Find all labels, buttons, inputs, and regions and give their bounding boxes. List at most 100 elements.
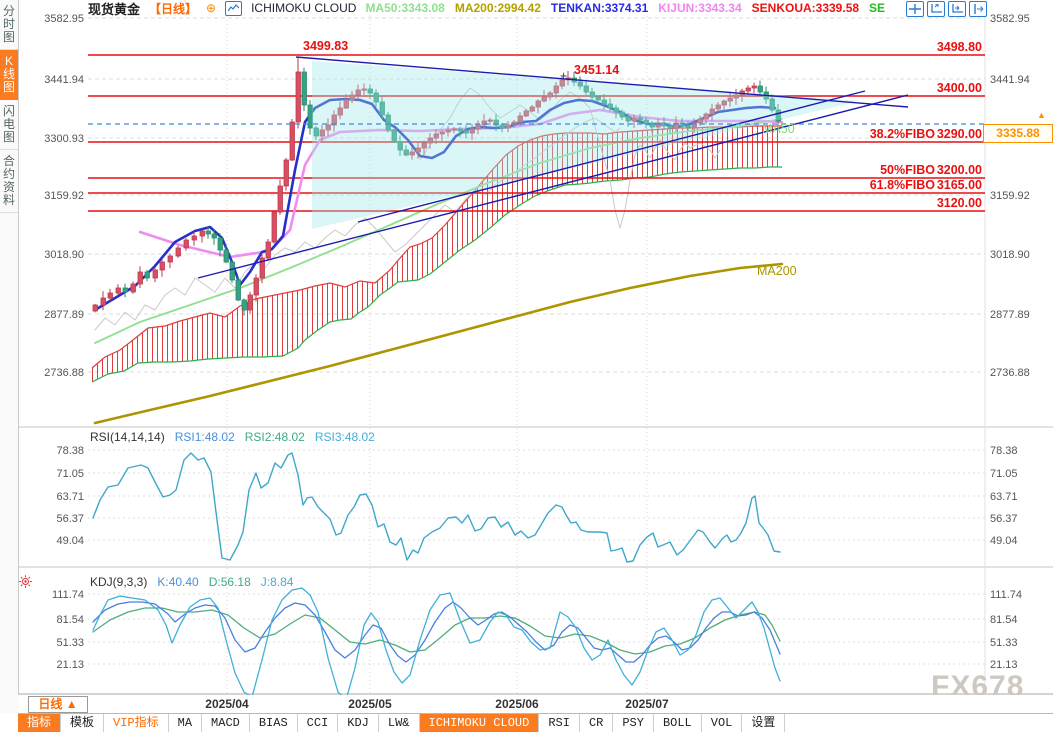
svg-text:71.05: 71.05 xyxy=(56,468,84,480)
svg-text:MA200: MA200 xyxy=(757,264,797,278)
sidebar-item-timeshare-chart[interactable]: 分时图 xyxy=(0,0,18,50)
date-label: 2025/05 xyxy=(348,697,391,711)
kdj-series-value: D:56.18 xyxy=(209,575,251,589)
indicator-value: SENKOUA:3339.58 xyxy=(752,1,859,15)
collapse-icon[interactable]: ⊕ xyxy=(206,1,216,15)
svg-text:78.38: 78.38 xyxy=(56,445,84,457)
overlay-indicator-name: ICHIMOKU CLOUD xyxy=(251,1,356,15)
svg-text:3159.92: 3159.92 xyxy=(990,190,1030,202)
trading-app: 分时图K线图闪电图合约资料 现货黄金 【日线】 ⊕ ICHIMOKU CLOUD… xyxy=(0,0,1053,732)
svg-text:2877.89: 2877.89 xyxy=(990,309,1030,321)
svg-text:3300.93: 3300.93 xyxy=(44,133,84,145)
svg-text:2736.88: 2736.88 xyxy=(44,367,84,379)
chart-header: 现货黄金 【日线】 ⊕ ICHIMOKU CLOUD MA50:3343.08M… xyxy=(88,0,885,16)
svg-text:51.33: 51.33 xyxy=(990,637,1018,649)
toolbar-tab-boll[interactable]: BOLL xyxy=(654,714,702,732)
rsi-legend: RSI(14,14,14) RSI1:48.02RSI2:48.02RSI3:4… xyxy=(90,430,375,444)
svg-text:49.04: 49.04 xyxy=(990,535,1018,547)
svg-text:61.8%FIBO: 61.8%FIBO xyxy=(870,178,936,192)
svg-text:49.04: 49.04 xyxy=(56,535,84,547)
chart-tools xyxy=(906,1,987,17)
kdj-k-line xyxy=(93,602,780,662)
date-label: 2025/06 xyxy=(495,697,538,711)
indicator-toolbar: 指标模板VIP指标MAMACDBIASCCIKDJLW&ICHIMOKU CLO… xyxy=(18,713,1053,732)
svg-text:56.37: 56.37 xyxy=(56,513,84,525)
toolbar-tab-bias[interactable]: BIAS xyxy=(250,714,298,732)
svg-text:3120.00: 3120.00 xyxy=(937,196,982,210)
svg-text:81.54: 81.54 xyxy=(56,614,84,626)
rsi-series-value: RSI2:48.02 xyxy=(245,430,305,444)
indicator-value: KIJUN:3343.34 xyxy=(658,1,741,15)
toolbar-tab-vip-indicators[interactable]: VIP指标 xyxy=(104,714,169,732)
rsi-line xyxy=(93,453,780,562)
kdj-values: K:40.40D:56.18J:8.84 xyxy=(157,575,293,589)
svg-text:3582.95: 3582.95 xyxy=(44,13,84,25)
svg-text:78.38: 78.38 xyxy=(990,445,1018,457)
pan-right-icon[interactable] xyxy=(969,1,987,17)
left-sidebar: 分时图K线图闪电图合约资料 xyxy=(0,0,19,713)
chart-type-icon[interactable] xyxy=(225,1,242,16)
toolbar-tab-macd[interactable]: MACD xyxy=(202,714,250,732)
svg-text:3441.94: 3441.94 xyxy=(44,74,84,86)
zoom-x-axis-icon[interactable] xyxy=(948,1,966,17)
svg-text:3499.83: 3499.83 xyxy=(303,39,348,53)
sidebar-item-kline-chart[interactable]: K线图 xyxy=(0,50,18,100)
svg-text:50%FIBO: 50%FIBO xyxy=(880,163,935,177)
svg-text:111.74: 111.74 xyxy=(990,589,1022,601)
toolbar-tab-vol[interactable]: VOL xyxy=(702,714,743,732)
toolbar-tab-rsi[interactable]: RSI xyxy=(539,714,580,732)
indicator-value: MA200:2994.42 xyxy=(455,1,541,15)
kdj-title: KDJ(9,3,3) xyxy=(90,575,147,589)
zoom-y-axis-icon[interactable] xyxy=(927,1,945,17)
svg-text:3159.92: 3159.92 xyxy=(44,190,84,202)
toolbar-tab-psy[interactable]: PSY xyxy=(613,714,654,732)
svg-text:3200.00: 3200.00 xyxy=(937,163,982,177)
chart-canvas[interactable]: 3582.953582.953441.943441.943300.933300.… xyxy=(0,0,1053,695)
indicator-value: MA50:3343.08 xyxy=(365,1,444,15)
toolbar-tab-templates[interactable]: 模板 xyxy=(61,714,104,732)
toolbar-tab-indicators[interactable]: 指标 xyxy=(18,714,61,732)
price-up-arrow-icon: ▲ xyxy=(1037,110,1046,120)
toolbar-tab-ichimoku-cloud[interactable]: ICHIMOKU CLOUD xyxy=(420,714,540,732)
indicator-values: MA50:3343.08 MA200:2994.42 TENKAN:3374.31 K… xyxy=(365,1,885,15)
svg-text:3165.00: 3165.00 xyxy=(937,178,982,192)
svg-text:111.74: 111.74 xyxy=(52,589,84,601)
date-axis: 日线 ▲ 2025/04 2025/05 2025/06 2025/07 xyxy=(18,695,1053,713)
oscillator-grid: 78.3878.3871.0571.0563.7163.7156.3756.37… xyxy=(52,445,1022,671)
svg-text:56.37: 56.37 xyxy=(990,513,1018,525)
rsi-title: RSI(14,14,14) xyxy=(90,430,165,444)
svg-text:71.05: 71.05 xyxy=(990,468,1018,480)
sidebar-item-contract-info[interactable]: 合约资料 xyxy=(0,150,18,213)
toolbar-tab-cci[interactable]: CCI xyxy=(298,714,339,732)
current-price-tag: 3335.88 xyxy=(983,124,1053,143)
toolbar-tab-kdj[interactable]: KDJ xyxy=(338,714,379,732)
svg-text:3018.90: 3018.90 xyxy=(44,249,84,261)
date-label: 2025/04 xyxy=(205,697,248,711)
svg-text:81.54: 81.54 xyxy=(990,614,1018,626)
toolbar-tab-ma[interactable]: MA xyxy=(169,714,202,732)
kdj-d-line xyxy=(93,608,780,654)
crosshair-tool-icon[interactable] xyxy=(906,1,924,17)
toolbar-tab-settings[interactable]: 设置 xyxy=(742,714,785,732)
kdj-legend: KDJ(9,3,3) K:40.40D:56.18J:8.84 xyxy=(90,575,293,589)
sidebar-item-lightning-chart[interactable]: 闪电图 xyxy=(0,100,18,150)
toolbar-tab-lw[interactable]: LW& xyxy=(379,714,420,732)
indicator-value: TENKAN:3374.31 xyxy=(551,1,648,15)
date-label: 2025/07 xyxy=(625,697,668,711)
svg-text:2736.88: 2736.88 xyxy=(990,367,1030,379)
svg-text:MA50: MA50 xyxy=(762,122,795,136)
period-selector[interactable]: 日线 ▲ xyxy=(28,696,88,713)
svg-text:3400.00: 3400.00 xyxy=(937,81,982,95)
svg-text:3290.00: 3290.00 xyxy=(937,127,982,141)
svg-text:63.71: 63.71 xyxy=(56,491,84,503)
indicator-value: SE xyxy=(869,1,885,15)
svg-text:3441.94: 3441.94 xyxy=(990,74,1030,86)
svg-text:+: + xyxy=(560,69,567,83)
svg-text:38.2%FIBO: 38.2%FIBO xyxy=(870,127,936,141)
alert-icon[interactable] xyxy=(19,575,32,593)
toolbar-tab-cr[interactable]: CR xyxy=(580,714,613,732)
svg-text:21.13: 21.13 xyxy=(56,659,84,671)
svg-text:2877.89: 2877.89 xyxy=(44,309,84,321)
period-label: 【日线】 xyxy=(149,0,197,17)
kdj-series-value: K:40.40 xyxy=(157,575,198,589)
